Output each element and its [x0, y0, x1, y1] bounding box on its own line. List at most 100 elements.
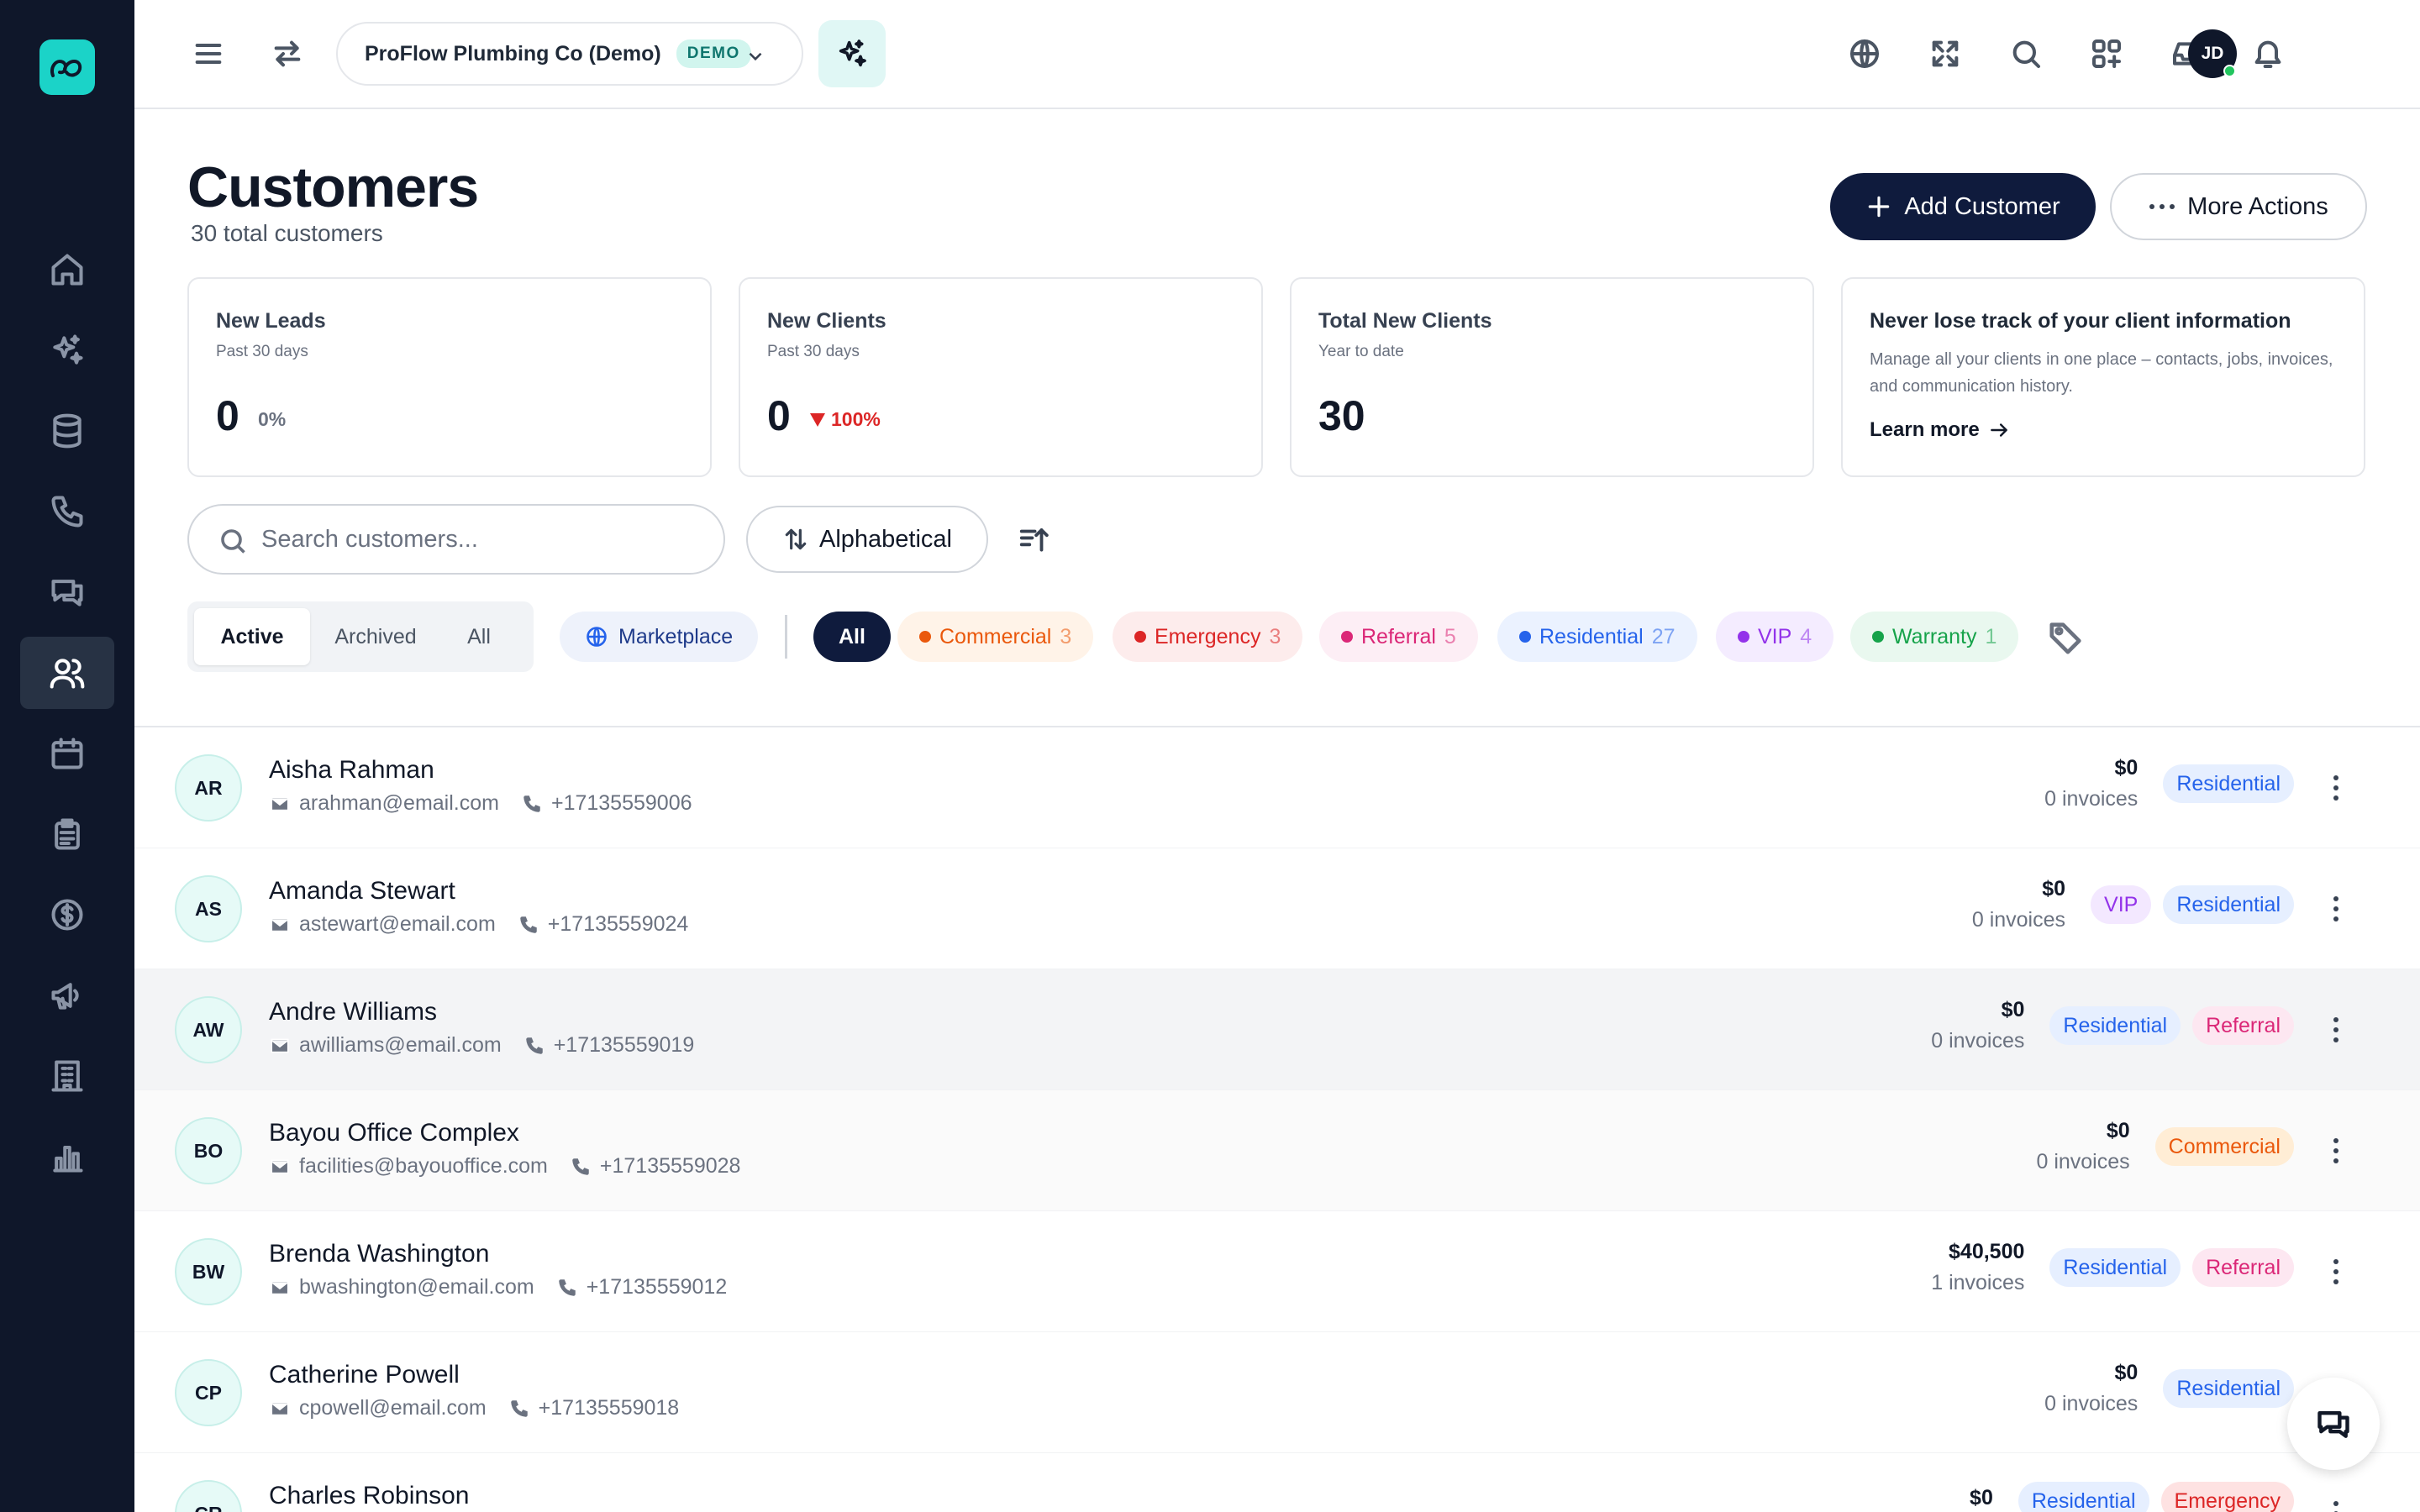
customer-email[interactable]: awilliams@email.com — [299, 1033, 502, 1058]
user-avatar[interactable]: JD — [2188, 29, 2237, 78]
tab-active[interactable]: Active — [194, 608, 310, 665]
switch-account-button[interactable] — [260, 27, 314, 81]
tag-filter-label: VIP — [1758, 624, 1792, 648]
row-actions-button[interactable] — [2317, 769, 2354, 806]
customer-phone[interactable]: +17135559018 — [539, 1396, 680, 1420]
tag-filter-referral[interactable]: Referral 5 — [1319, 612, 1478, 662]
page-title: Customers — [187, 155, 479, 219]
customer-name[interactable]: Aisha Rahman — [269, 756, 434, 785]
tag-filter-commercial[interactable]: Commercial 3 — [897, 612, 1094, 662]
online-status-dot — [2223, 65, 2236, 77]
row-actions-button[interactable] — [2317, 1011, 2354, 1048]
learn-more-link[interactable]: Learn more — [1870, 418, 2010, 442]
customer-email[interactable]: arahman@email.com — [299, 791, 499, 816]
customer-row[interactable]: CR Charles Robinson $0 Residential Emerge… — [134, 1453, 2420, 1512]
sort-button[interactable]: Alphabetical — [746, 506, 988, 573]
customer-name[interactable]: Andre Williams — [269, 998, 437, 1026]
customer-phone[interactable]: +17135559028 — [600, 1154, 741, 1179]
sidebar-item-jobs[interactable] — [20, 798, 114, 870]
tag-dot — [1341, 631, 1353, 643]
tag-filter-vip[interactable]: VIP 4 — [1716, 612, 1834, 662]
ai-assistant-button[interactable] — [818, 20, 886, 87]
stat-delta: 100% — [809, 408, 881, 431]
customer-row[interactable]: AS Amanda Stewart astewart@email.com +17… — [134, 848, 2420, 969]
kebab-dot — [2333, 1138, 2338, 1143]
kebab-dot — [2333, 1279, 2338, 1284]
sidebar-item-ai[interactable] — [20, 314, 114, 386]
customer-name[interactable]: Brenda Washington — [269, 1240, 489, 1268]
customer-name[interactable]: Charles Robinson — [269, 1482, 469, 1510]
sidebar-item-payments[interactable] — [20, 879, 114, 951]
sidebar-item-calls[interactable] — [20, 475, 114, 548]
customer-row[interactable]: BO Bayou Office Complex facilities@bayou… — [134, 1090, 2420, 1211]
customer-amount: $0 — [2114, 1361, 2139, 1384]
add-customer-button[interactable]: Add Customer — [1830, 173, 2096, 240]
customer-email[interactable]: facilities@bayouoffice.com — [299, 1154, 548, 1179]
row-actions-button[interactable] — [2317, 1495, 2354, 1512]
tag-filter-warranty[interactable]: Warranty 1 — [1850, 612, 2019, 662]
manage-tags-button[interactable] — [2047, 618, 2086, 657]
kebab-dot — [2333, 1037, 2338, 1042]
home-icon — [51, 254, 83, 286]
kebab-dot — [2333, 916, 2338, 921]
customer-name[interactable]: Catherine Powell — [269, 1361, 460, 1389]
customer-phone[interactable]: +17135559006 — [551, 791, 692, 816]
sidebar — [0, 0, 134, 1512]
customer-name[interactable]: Bayou Office Complex — [269, 1119, 519, 1147]
customer-amount: $0 — [2042, 877, 2066, 900]
search-button[interactable] — [1999, 27, 2053, 81]
tab-all[interactable]: All — [441, 608, 517, 665]
customer-email[interactable]: cpowell@email.com — [299, 1396, 487, 1420]
tag-filter-all[interactable]: All — [813, 612, 891, 662]
customer-phone[interactable]: +17135559019 — [554, 1033, 695, 1058]
tab-archived[interactable]: Archived — [310, 608, 441, 665]
customer-phone[interactable]: +17135559024 — [548, 912, 689, 937]
marketplace-filter[interactable]: Marketplace — [560, 612, 759, 662]
customer-row[interactable]: AW Andre Williams awilliams@email.com +1… — [134, 969, 2420, 1090]
sidebar-item-marketing[interactable] — [20, 959, 114, 1032]
user-initials: JD — [2201, 44, 2224, 63]
mail-icon — [271, 1038, 289, 1053]
apps-button[interactable] — [2080, 27, 2133, 81]
row-actions-button[interactable] — [2317, 1253, 2354, 1290]
customer-row[interactable]: BW Brenda Washington bwashington@email.c… — [134, 1211, 2420, 1332]
top-bar: ProFlow Plumbing Co (Demo) DEMO JD — [134, 0, 2420, 109]
customer-tag: Residential — [2163, 764, 2294, 803]
tag-filter-emergency[interactable]: Emergency 3 — [1113, 612, 1303, 662]
search-input[interactable] — [261, 525, 698, 554]
customer-phone-group: +17135559019 — [523, 1033, 695, 1058]
sidebar-item-customers[interactable] — [20, 637, 114, 709]
language-button[interactable] — [1838, 27, 1891, 81]
customer-email[interactable]: astewart@email.com — [299, 912, 496, 937]
customer-row[interactable]: CP Catherine Powell cpowell@email.com +1… — [134, 1332, 2420, 1453]
menu-button[interactable] — [182, 27, 235, 81]
support-chat-button[interactable] — [2287, 1378, 2380, 1470]
sidebar-item-messages[interactable] — [20, 556, 114, 628]
app-logo[interactable] — [39, 39, 95, 95]
tag-filter-residential[interactable]: Residential 27 — [1497, 612, 1697, 662]
row-actions-button[interactable] — [2317, 890, 2354, 927]
stat-period: Year to date — [1318, 343, 1404, 360]
sort-direction-button[interactable] — [1015, 521, 1052, 558]
tag-filter-count: 1 — [1985, 624, 1997, 648]
company-selector[interactable]: ProFlow Plumbing Co (Demo) DEMO — [336, 22, 803, 86]
add-customer-label: Add Customer — [1904, 192, 2060, 220]
sidebar-item-reports[interactable] — [20, 1121, 114, 1193]
sidebar-item-calendar[interactable] — [20, 717, 114, 790]
plus-icon — [1869, 196, 1890, 218]
customer-row[interactable]: AR Aisha Rahman arahman@email.com +17135… — [134, 727, 2420, 848]
sidebar-item-home[interactable] — [20, 234, 114, 306]
customer-amount: $0 — [2106, 1119, 2130, 1142]
notifications-button[interactable] — [2241, 27, 2295, 81]
fullscreen-button[interactable] — [1918, 27, 1972, 81]
more-actions-button[interactable]: More Actions — [2110, 173, 2367, 240]
customer-phone[interactable]: +17135559012 — [587, 1275, 728, 1299]
kebab-dot — [2333, 896, 2338, 901]
users-icon — [50, 659, 85, 689]
sidebar-item-database[interactable] — [20, 395, 114, 467]
customer-name[interactable]: Amanda Stewart — [269, 877, 455, 906]
row-actions-button[interactable] — [2317, 1132, 2354, 1169]
kebab-dot — [2333, 1148, 2338, 1153]
customer-email[interactable]: bwashington@email.com — [299, 1275, 534, 1299]
sidebar-item-company[interactable] — [20, 1040, 114, 1112]
